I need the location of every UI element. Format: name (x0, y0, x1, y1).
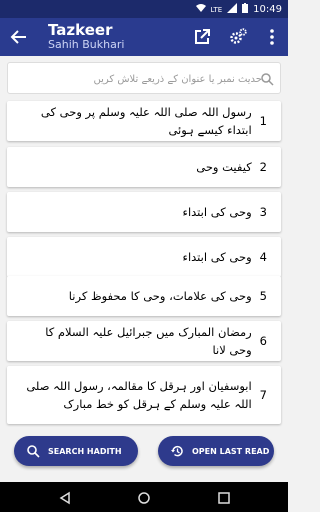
hadith-list-item[interactable]: 3 وحی کی ابتداء (7, 192, 281, 232)
history-icon (170, 444, 184, 458)
wifi-icon (195, 3, 206, 16)
item-title: وحی کی علامات، وحی کا محفوظ کرنا (68, 289, 252, 303)
sim-label: LTE (210, 5, 223, 14)
hadith-list-item[interactable]: 1 رسول اللہ صلی اللہ علیہ وسلم پر وحی کی… (7, 101, 281, 141)
item-number: 2 (259, 160, 267, 174)
nav-home-icon[interactable] (137, 490, 151, 509)
search-hadith-button[interactable]: SEARCH HADITH (14, 436, 138, 466)
item-title: وحی کی ابتداء (182, 250, 252, 264)
navigation-bar (0, 482, 288, 512)
search-box (7, 62, 281, 94)
item-title: وحی کی ابتداء (182, 205, 252, 219)
search-hadith-label: SEARCH HADITH (48, 446, 122, 456)
hadith-list-item[interactable]: 5 وحی کی علامات، وحی کا محفوظ کرنا (7, 276, 281, 316)
status-time: 10:49 (253, 4, 282, 15)
open-last-read-button[interactable]: OPEN LAST READ (158, 436, 274, 466)
nav-back-icon[interactable] (58, 490, 72, 509)
back-arrow-icon[interactable] (8, 26, 30, 48)
app-subtitle: Sahih Bukhari (48, 38, 125, 51)
search-input[interactable] (14, 67, 264, 91)
open-external-icon[interactable] (192, 27, 212, 47)
item-number: 4 (259, 250, 267, 264)
hadith-list-item[interactable]: 2 کیفیت وحی (7, 147, 281, 187)
app-bar: Tazkeer Sahih Bukhari (0, 18, 288, 56)
item-number: 5 (259, 289, 267, 303)
hadith-list-item[interactable]: 6 رمضان المبارک میں جبرائیل علیہ السلام … (7, 321, 281, 361)
status-bar: LTE 10:49 (0, 0, 288, 18)
nav-recents-icon[interactable] (217, 490, 231, 509)
item-title: رسول اللہ صلی اللہ علیہ وسلم پر وحی کی ا… (40, 105, 252, 137)
battery-icon (242, 3, 249, 16)
item-title: رمضان المبارک میں جبرائیل علیہ السلام کا… (45, 325, 252, 357)
signal-icon (227, 3, 238, 16)
settings-gears-icon[interactable] (228, 27, 248, 47)
item-number: 7 (259, 388, 267, 402)
open-last-read-label: OPEN LAST READ (192, 446, 270, 456)
hadith-list-item[interactable]: 4 وحی کی ابتداء (7, 237, 281, 277)
hadith-list-item[interactable]: 7 ابوسفیان اور ہرقل کا مقالمہ، رسول اللہ… (7, 366, 281, 424)
item-title: ابوسفیان اور ہرقل کا مقالمہ، رسول اللہ ص… (26, 379, 252, 411)
item-title: کیفیت وحی (196, 160, 252, 174)
item-number: 6 (259, 334, 267, 348)
search-icon (260, 71, 274, 86)
more-options-icon[interactable] (262, 27, 282, 47)
item-number: 3 (259, 205, 267, 219)
search-icon (26, 444, 40, 458)
app-title: Tazkeer (48, 21, 113, 39)
item-number: 1 (259, 114, 267, 128)
